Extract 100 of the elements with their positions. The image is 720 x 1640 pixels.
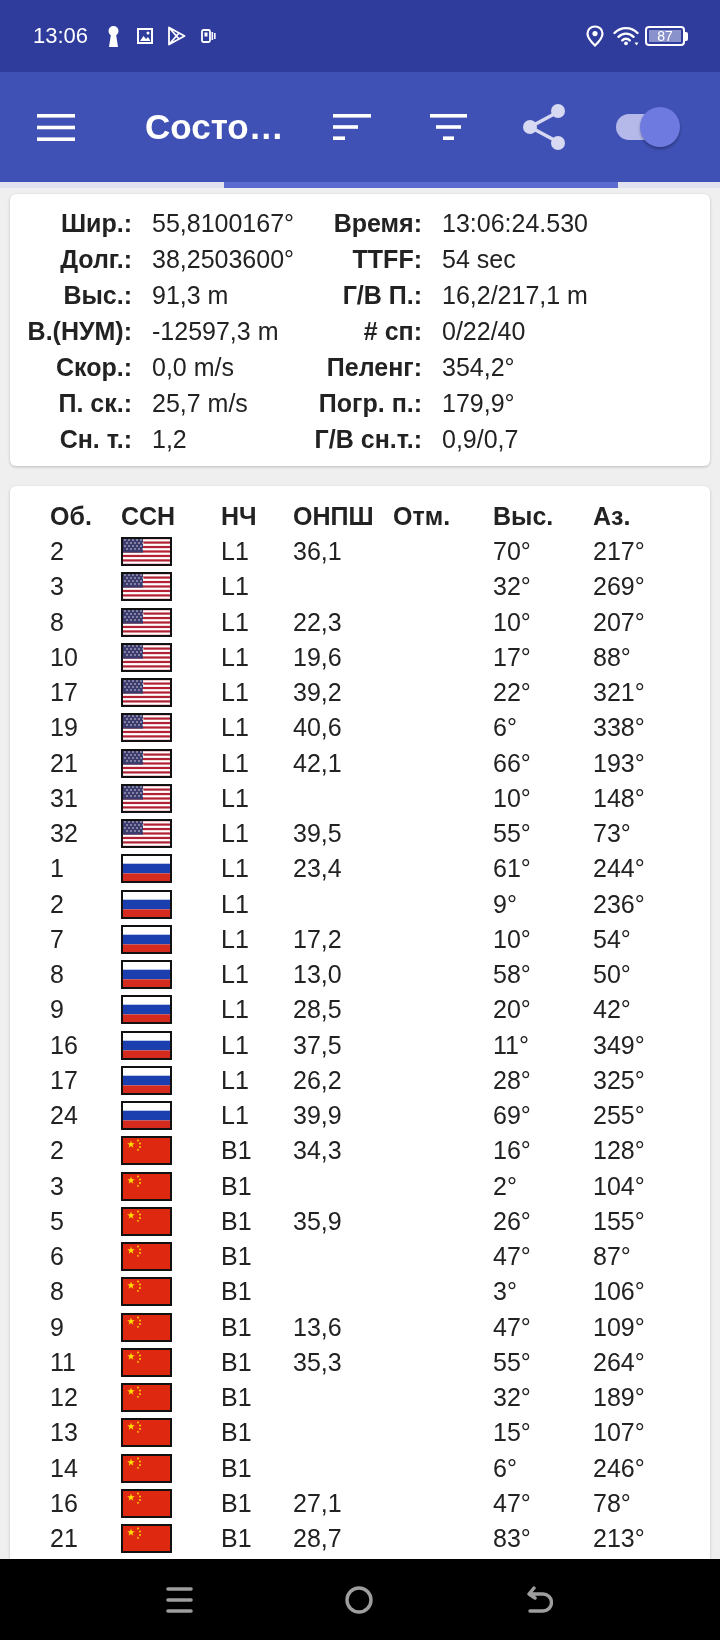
field-value: 1,2 [152,424,187,454]
table-cell: 13,0 [293,960,342,990]
table-cell: 66° [493,748,531,778]
table-cell: 50° [593,960,631,990]
table-cell: B1 [221,1488,252,1518]
table-cell: 8 [50,1277,64,1307]
table-cell: 213° [593,1524,645,1554]
table-cell: 10 [50,642,78,672]
field-label: Скор.: [55,352,132,382]
table-cell: 6 [50,1242,64,1272]
table-cell: L1 [221,889,249,919]
table-cell: 24 [50,1101,78,1131]
table-cell: 16 [50,1030,78,1060]
table-cell: 10° [493,783,531,813]
table-cell: 9° [493,889,517,919]
table-cell: 264° [593,1347,645,1377]
table-cell: 39,2 [293,678,342,708]
table-cell: 109° [593,1312,645,1342]
table-cell: 70° [493,537,531,567]
table-cell: B1 [221,1347,252,1377]
column-header: Аз. [593,501,631,531]
field-label: # сп: [363,316,422,346]
field-value: 0/22/40 [442,316,526,346]
table-cell: 78° [593,1488,631,1518]
table-cell: L1 [221,783,249,813]
table-cell: 148° [593,783,645,813]
table-cell: 22,3 [293,607,342,637]
table-cell: 349° [593,1030,645,1060]
table-cell: 3 [50,1171,64,1201]
field-label: Шир.: [60,208,132,238]
column-header: ОНПШ [293,501,374,531]
column-header: Отм. [393,501,451,531]
table-cell: 11 [50,1347,76,1377]
table-cell: 40,6 [293,713,342,743]
menu-icon[interactable] [37,113,75,141]
table-cell: 10° [493,924,531,954]
field-value: 0,9/0,7 [442,424,519,454]
table-cell: B1 [221,1524,252,1554]
table-cell: 155° [593,1206,645,1236]
table-cell: B1 [221,1136,252,1166]
field-value: 0,0 m/s [152,352,234,382]
share-icon[interactable] [522,104,566,150]
table-cell: 28,5 [293,995,342,1025]
toggle-switch[interactable] [616,106,682,148]
table-cell: B1 [221,1171,252,1201]
field-value: 25,7 m/s [152,388,248,418]
table-cell: 3° [493,1277,517,1307]
table-cell: 338° [593,713,645,743]
image-icon [137,28,154,44]
table-cell: 11° [493,1030,529,1060]
table-cell: 47° [493,1242,531,1272]
table-cell: 19 [50,713,78,743]
table-cell: 255° [593,1101,645,1131]
column-header: Выс. [493,501,554,531]
field-value: 55,8100167° [152,208,295,238]
table-cell: 17° [493,642,531,672]
table-cell: L1 [221,960,249,990]
table-cell: 217° [593,537,645,567]
table-cell: 16° [493,1136,531,1166]
table-cell: 42,1 [293,748,342,778]
table-cell: 55° [493,819,531,849]
field-label: Г/В сн.т.: [314,424,422,454]
table-cell: 13,6 [293,1312,342,1342]
table-cell: 104° [593,1171,645,1201]
table-cell: L1 [221,572,249,602]
table-cell: 23,4 [293,854,342,884]
table-cell: 1 [50,854,64,884]
back-icon[interactable] [526,1585,553,1614]
home-icon[interactable] [345,1585,373,1614]
play-icon [167,26,187,46]
table-cell: L1 [221,642,249,672]
table-cell: 16 [50,1488,78,1518]
table-cell: 2 [50,537,64,567]
screen-title: Состо… [145,106,284,148]
sort-icon[interactable] [333,114,371,140]
table-cell: 128° [593,1136,645,1166]
field-label: В.(НУМ): [27,316,132,346]
field-label: Пеленг: [326,352,422,382]
table-cell: 32 [50,819,78,849]
table-cell: 87° [593,1242,631,1272]
table-cell: 39,5 [293,819,342,849]
table-cell: 9 [50,1312,64,1342]
table-cell: 269° [593,572,645,602]
table-cell: L1 [221,1101,249,1131]
table-cell: L1 [221,819,249,849]
table-cell: 207° [593,607,645,637]
table-cell: 21 [50,748,78,778]
table-cell: 189° [593,1383,645,1413]
table-cell: L1 [221,1065,249,1095]
table-cell: L1 [221,995,249,1025]
table-cell: 88° [593,642,631,672]
table-cell: 13 [50,1418,78,1448]
table-cell: 21 [50,1524,78,1554]
table-cell: L1 [221,854,249,884]
table-cell: 36,1 [293,537,342,567]
field-value: 179,9° [442,388,515,418]
table-cell: B1 [221,1277,252,1307]
keyhole-icon [107,25,121,47]
filter-icon[interactable] [430,114,467,140]
menu-icon[interactable] [166,1585,193,1614]
